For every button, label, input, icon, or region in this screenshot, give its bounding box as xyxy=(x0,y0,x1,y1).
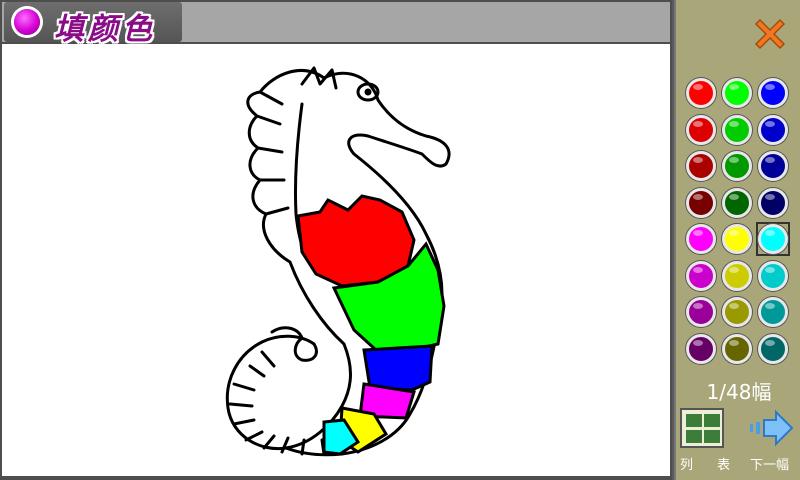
next-page-label[interactable]: 下一幅 xyxy=(750,454,789,473)
app-logo-dot xyxy=(14,9,40,35)
page-counter: 1/48幅 xyxy=(706,380,772,404)
seahorse-band-blue-fill[interactable] xyxy=(362,344,434,392)
canvas-panel: 填颜色 xyxy=(0,0,672,480)
color-swatch[interactable] xyxy=(722,114,752,145)
color-swatch[interactable] xyxy=(686,187,716,218)
color-swatch[interactable] xyxy=(722,297,752,327)
color-swatch[interactable] xyxy=(686,151,716,181)
color-swatch[interactable] xyxy=(758,187,788,218)
seahorse-tail-curl xyxy=(270,326,318,362)
next-page-button[interactable] xyxy=(748,408,794,448)
grid-cell xyxy=(704,414,720,427)
close-button[interactable] xyxy=(750,14,790,54)
color-swatch[interactable] xyxy=(686,297,716,327)
color-swatch[interactable] xyxy=(758,333,788,364)
seahorse-pupil xyxy=(364,88,372,96)
color-swatch[interactable] xyxy=(758,114,788,145)
color-swatch[interactable] xyxy=(686,114,716,145)
color-swatch[interactable] xyxy=(722,78,752,108)
right-arrow-icon[interactable] xyxy=(748,408,794,448)
color-swatch[interactable] xyxy=(686,224,716,254)
grid-cell xyxy=(704,430,720,443)
color-swatch[interactable] xyxy=(722,260,752,291)
color-swatch[interactable] xyxy=(758,297,788,327)
seahorse-drawing[interactable] xyxy=(2,44,670,476)
seahorse-fin-ribs xyxy=(255,90,290,216)
color-swatch[interactable] xyxy=(758,260,788,291)
color-swatch[interactable] xyxy=(686,260,716,291)
grid-cell xyxy=(686,430,702,443)
grid-cell xyxy=(686,414,702,427)
coloring-canvas[interactable] xyxy=(2,44,670,476)
color-swatch[interactable] xyxy=(722,151,752,181)
color-swatch[interactable] xyxy=(722,333,752,364)
color-swatch[interactable] xyxy=(722,187,752,218)
list-label[interactable]: 列 表 xyxy=(680,454,740,473)
grid-list-icon[interactable] xyxy=(680,408,724,448)
close-icon[interactable] xyxy=(750,14,790,54)
title-bar: 填颜色 xyxy=(2,2,670,47)
side-panel: 1/48幅 列 表 下一幅 xyxy=(674,0,800,480)
color-swatch[interactable] xyxy=(686,78,716,108)
color-swatch[interactable] xyxy=(686,333,716,364)
color-swatch[interactable] xyxy=(758,224,788,254)
color-swatch[interactable] xyxy=(758,151,788,181)
list-button[interactable] xyxy=(680,408,724,448)
color-swatch[interactable] xyxy=(722,224,752,254)
page-title: 填颜色 xyxy=(54,12,156,47)
color-swatch[interactable] xyxy=(758,78,788,108)
title-badge: 填颜色 xyxy=(4,2,182,47)
